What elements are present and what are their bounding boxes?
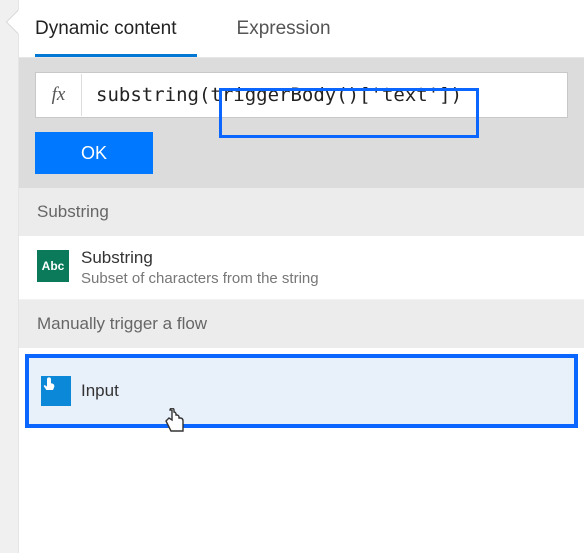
item-title: Substring [81,248,319,268]
item-text: Substring Subset of characters from the … [81,248,319,287]
tab-expression[interactable]: Expression [237,0,351,57]
touch-icon [41,376,71,406]
abc-icon: Abc [37,250,69,282]
item-subtitle: Subset of characters from the string [81,270,319,287]
ok-button[interactable]: OK [35,132,153,174]
item-substring[interactable]: Abc Substring Subset of characters from … [19,236,584,300]
expression-box: fx substring(triggerBody()['text']) [35,72,568,118]
item-input[interactable]: Input [25,354,578,428]
dynamic-content-panel: Dynamic content Expression fx substring(… [18,0,584,553]
section-header-substring: Substring [19,188,584,236]
tab-dynamic-content[interactable]: Dynamic content [35,0,197,57]
fx-icon: fx [36,74,82,116]
expression-row: fx substring(triggerBody()['text']) [19,58,584,132]
panel-caret [7,10,19,34]
expression-input[interactable]: substring(triggerBody()['text']) [82,84,567,106]
input-section: Input [19,348,584,434]
input-item-label: Input [81,381,119,401]
section-header-manual-trigger: Manually trigger a flow [19,300,584,348]
tab-bar: Dynamic content Expression [19,0,584,58]
ok-row: OK [19,132,584,188]
